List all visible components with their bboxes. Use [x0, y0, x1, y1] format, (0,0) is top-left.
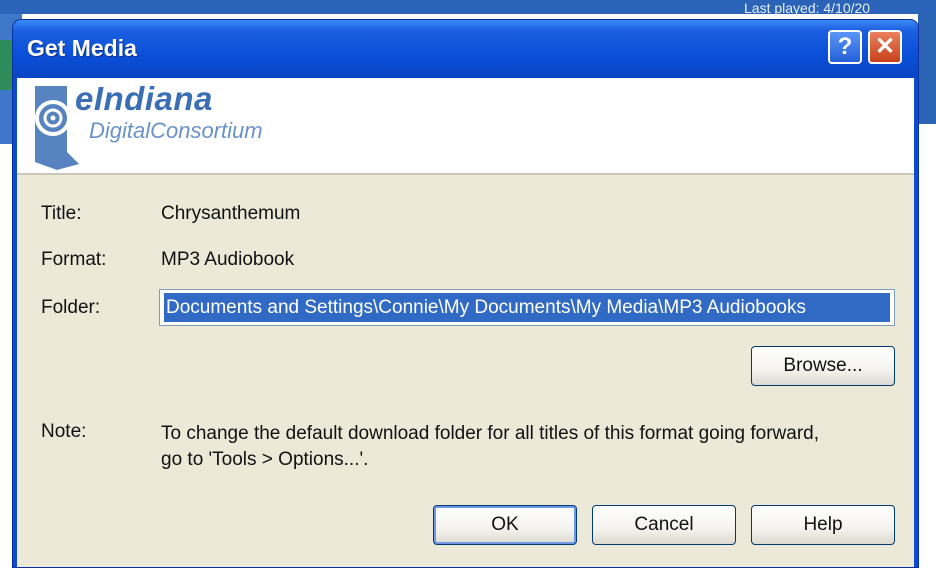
folder-input[interactable]: Documents and Settings\Connie\My Documen…: [159, 289, 895, 326]
brand-name: eIndiana: [75, 80, 213, 117]
background-last-played-text: Last played: 4/10/20: [744, 0, 871, 16]
format-value: MP3 Audiobook: [161, 249, 295, 270]
background-window-right: [918, 14, 936, 124]
browse-button[interactable]: Browse...: [751, 346, 895, 386]
format-label: Format:: [41, 249, 107, 270]
get-media-dialog: Get Media ? ✕ eIndiana DigitalConsortium…: [13, 20, 918, 567]
folder-input-value[interactable]: Documents and Settings\Connie\My Documen…: [164, 293, 890, 322]
title-label: Title:: [41, 203, 82, 224]
cancel-button[interactable]: Cancel: [592, 505, 736, 545]
ok-button[interactable]: OK: [433, 505, 577, 545]
title-help-button[interactable]: ?: [828, 30, 862, 64]
note-label: Note:: [41, 421, 87, 442]
folder-label: Folder:: [41, 297, 101, 318]
title-value: Chrysanthemum: [161, 203, 301, 224]
close-icon[interactable]: ✕: [868, 30, 902, 64]
banner: eIndiana DigitalConsortium: [17, 78, 914, 175]
background-window-accent: [0, 40, 12, 90]
note-text-line2: go to 'Tools > Options...'.: [161, 449, 369, 470]
dialog-body: eIndiana DigitalConsortium Title: Chrysa…: [17, 78, 914, 567]
note-text: To change the default download folder fo…: [161, 421, 901, 473]
title-bar[interactable]: Get Media ? ✕: [13, 20, 918, 78]
window-title: Get Media: [27, 35, 137, 61]
brand-subtitle: DigitalConsortium: [89, 118, 263, 143]
help-button[interactable]: Help: [751, 505, 895, 545]
note-text-line1: To change the default download folder fo…: [161, 423, 819, 444]
